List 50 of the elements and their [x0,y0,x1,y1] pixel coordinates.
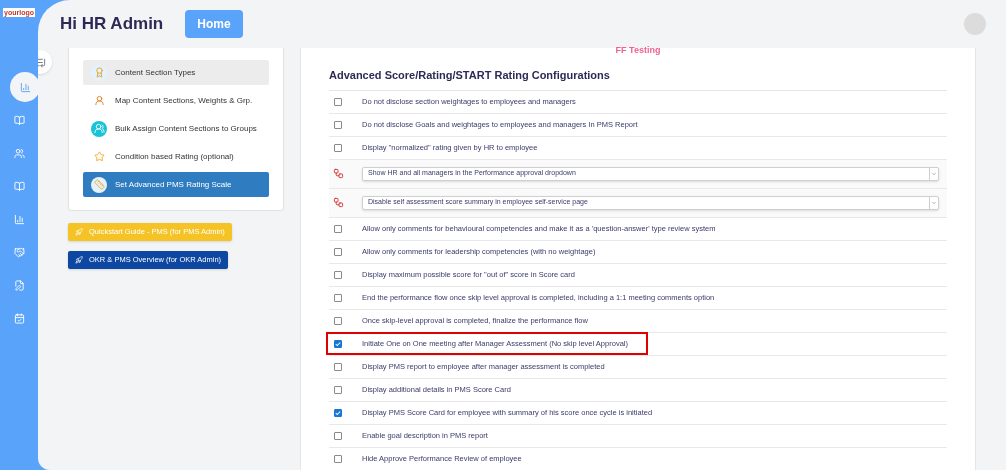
award-icon [91,64,107,81]
workflow-icon [333,168,344,179]
sidebar-item[interactable] [12,311,26,325]
chart-icon [19,81,31,93]
subtitle: FF Testing [614,45,662,55]
checkbox[interactable] [334,247,342,256]
checkbox[interactable] [334,316,342,325]
checkbox[interactable] [334,293,342,302]
check-icon [335,340,341,347]
greeting: Hi HR Admin [60,13,164,36]
handshake-icon [13,246,25,258]
sidebar-item[interactable] [12,212,26,226]
book-icon [13,114,25,126]
checkbox[interactable] [334,143,342,152]
checkbox[interactable] [334,408,342,417]
checkbox[interactable] [334,454,342,463]
menu-item[interactable]: Content Section Types [83,60,269,85]
form-icon [13,279,25,291]
collapse-icon [38,56,46,68]
menu-item[interactable]: Map Content Sections, Weights & Grp. [83,88,269,113]
caret-icon [931,170,937,177]
rocket-icon [75,228,83,236]
chart-icon [13,213,25,225]
sidebar-item[interactable] [12,113,26,127]
workflow-icon [333,197,344,208]
menu-item[interactable]: Condition based Rating (optional) [83,144,269,169]
sidebar-item[interactable] [12,146,26,160]
checkbox[interactable] [334,224,342,233]
menu-item[interactable]: Set Advanced PMS Rating Scale [83,172,269,197]
group-icon [91,120,107,137]
sidebar-item[interactable] [10,72,40,102]
sidebar-item[interactable] [12,179,26,193]
ruler-icon [91,176,107,193]
checkbox[interactable] [334,385,342,394]
checkbox[interactable] [334,431,342,440]
sidebar-item[interactable] [12,245,26,259]
checkbox[interactable] [334,97,342,106]
checkbox[interactable] [334,339,342,348]
check-icon [335,409,341,416]
rocket-icon [75,256,83,264]
users-icon [13,147,25,159]
checkbox[interactable] [334,362,342,371]
checkbox[interactable] [334,120,342,129]
menu-item[interactable]: Bulk Assign Content Sections to Groups [83,116,269,141]
caret-icon [931,199,937,206]
sidebar-item[interactable] [12,278,26,292]
checkbox[interactable] [334,270,342,279]
book-icon [13,180,25,192]
section-title: Advanced Score/Rating/START Rating Configurations [329,68,611,83]
calendar-icon [13,312,25,324]
